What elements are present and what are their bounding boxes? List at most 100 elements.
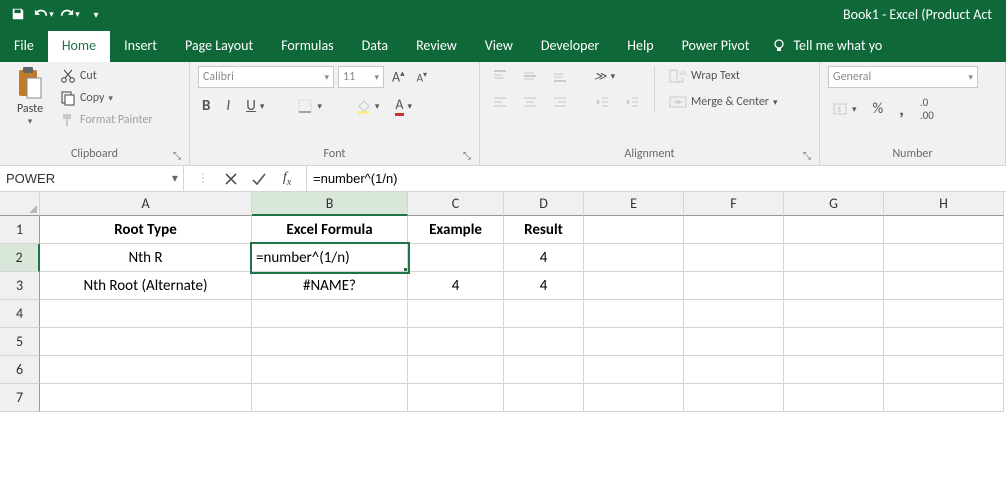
select-all-cells[interactable] — [0, 192, 40, 216]
row-header-3[interactable]: 3 — [0, 272, 40, 300]
cell-D1[interactable]: Result — [504, 216, 584, 244]
insert-function-button[interactable]: fx — [276, 169, 298, 189]
column-header-F[interactable]: F — [684, 192, 784, 216]
font-launcher[interactable]: ⤡ — [461, 149, 473, 161]
cell-H5[interactable] — [884, 328, 1004, 356]
column-header-D[interactable]: D — [504, 192, 584, 216]
row-header-5[interactable]: 5 — [0, 328, 40, 356]
row-header-2[interactable]: 2 — [0, 244, 40, 272]
cell-H3[interactable] — [884, 272, 1004, 300]
column-header-G[interactable]: G — [784, 192, 884, 216]
redo-button[interactable]: ▾ — [58, 3, 82, 25]
font-size-combo[interactable]: 11▾ — [338, 66, 384, 88]
align-right-button[interactable] — [548, 92, 572, 112]
cell-F5[interactable] — [684, 328, 784, 356]
cell-C3[interactable]: 4 — [408, 272, 504, 300]
tab-insert[interactable]: Insert — [110, 31, 171, 62]
cell-C2[interactable] — [408, 244, 504, 272]
cell-H6[interactable] — [884, 356, 1004, 384]
tab-view[interactable]: View — [471, 31, 527, 62]
cancel-formula-button[interactable] — [220, 169, 242, 189]
row-header-7[interactable]: 7 — [0, 384, 40, 412]
formula-bar-input[interactable] — [307, 171, 1006, 186]
cell-G4[interactable] — [784, 300, 884, 328]
tab-page-layout[interactable]: Page Layout — [171, 31, 267, 62]
cell-D4[interactable] — [504, 300, 584, 328]
column-header-C[interactable]: C — [408, 192, 504, 216]
cell-F2[interactable] — [684, 244, 784, 272]
cell-A7[interactable] — [40, 384, 252, 412]
tab-review[interactable]: Review — [402, 31, 471, 62]
orientation-button[interactable]: ≫▾ — [590, 66, 619, 86]
cell-C7[interactable] — [408, 384, 504, 412]
tab-power-pivot[interactable]: Power Pivot — [668, 31, 764, 62]
copy-button[interactable]: Copy ▾ — [56, 88, 157, 108]
borders-button[interactable]: ▾ — [293, 96, 326, 116]
row-header-4[interactable]: 4 — [0, 300, 40, 328]
align-top-button[interactable] — [488, 66, 512, 86]
cell-B1[interactable]: Excel Formula — [252, 216, 408, 244]
align-middle-button[interactable] — [518, 66, 542, 86]
cell-A1[interactable]: Root Type — [40, 216, 252, 244]
decrease-indent-button[interactable] — [590, 92, 614, 112]
name-box[interactable]: ▾ — [0, 166, 184, 191]
enter-formula-button[interactable] — [248, 169, 270, 189]
cell-E4[interactable] — [584, 300, 684, 328]
bold-button[interactable]: B — [198, 95, 214, 117]
cell-E5[interactable] — [584, 328, 684, 356]
cell-B3[interactable]: #NAME? — [252, 272, 408, 300]
row-header-1[interactable]: 1 — [0, 216, 40, 244]
tab-data[interactable]: Data — [348, 31, 402, 62]
cell-B6[interactable] — [252, 356, 408, 384]
accounting-format-button[interactable]: $▾ — [828, 94, 861, 124]
font-color-button[interactable]: A▾ — [391, 94, 416, 118]
cell-G5[interactable] — [784, 328, 884, 356]
paste-button[interactable]: Paste ▾ — [8, 66, 52, 127]
cut-button[interactable]: Cut — [56, 66, 157, 86]
save-button[interactable] — [6, 3, 30, 25]
column-header-A[interactable]: A — [40, 192, 252, 216]
align-left-button[interactable] — [488, 92, 512, 112]
cell-A4[interactable] — [40, 300, 252, 328]
customize-qat-button[interactable]: ▾ — [84, 3, 108, 25]
cell-E2[interactable] — [584, 244, 684, 272]
cell-A6[interactable] — [40, 356, 252, 384]
increase-decimal-button[interactable]: .0.00 — [916, 94, 938, 124]
cell-G7[interactable] — [784, 384, 884, 412]
cell-H7[interactable] — [884, 384, 1004, 412]
merge-center-button[interactable]: Merge & Center ▾ — [665, 92, 782, 112]
increase-indent-button[interactable] — [620, 92, 644, 112]
cell-E7[interactable] — [584, 384, 684, 412]
cell-B2[interactable]: =number^(1/n) — [252, 244, 408, 272]
cell-H1[interactable] — [884, 216, 1004, 244]
cell-G2[interactable] — [784, 244, 884, 272]
cell-F7[interactable] — [684, 384, 784, 412]
cell-A5[interactable] — [40, 328, 252, 356]
cell-D7[interactable] — [504, 384, 584, 412]
cell-D5[interactable] — [504, 328, 584, 356]
cell-G3[interactable] — [784, 272, 884, 300]
fill-color-button[interactable]: ▾ — [351, 96, 384, 116]
cell-B4[interactable] — [252, 300, 408, 328]
comma-button[interactable]: , — [895, 94, 908, 124]
tab-developer[interactable]: Developer — [527, 31, 613, 62]
decrease-font-button[interactable]: A▾ — [413, 68, 431, 87]
cell-E3[interactable] — [584, 272, 684, 300]
cell-G1[interactable] — [784, 216, 884, 244]
alignment-launcher[interactable]: ⤡ — [801, 149, 813, 161]
name-box-dropdown[interactable]: ▾ — [167, 171, 183, 186]
cell-C6[interactable] — [408, 356, 504, 384]
underline-button[interactable]: U▾ — [242, 95, 268, 117]
cell-A2[interactable]: Nth R — [40, 244, 252, 272]
cell-C4[interactable] — [408, 300, 504, 328]
cell-D2[interactable]: 4 — [504, 244, 584, 272]
cell-A3[interactable]: Nth Root (Alternate) — [40, 272, 252, 300]
increase-font-button[interactable]: A▴ — [388, 66, 409, 88]
name-box-input[interactable] — [0, 171, 167, 186]
tell-me-search[interactable]: Tell me what yo — [771, 37, 882, 62]
cell-B5[interactable] — [252, 328, 408, 356]
worksheet-grid[interactable]: ABCDEFGH 1234567 Root TypeExcel FormulaE… — [0, 192, 1006, 503]
cell-H4[interactable] — [884, 300, 1004, 328]
tab-help[interactable]: Help — [613, 31, 667, 62]
tab-file[interactable]: File — [0, 31, 48, 62]
